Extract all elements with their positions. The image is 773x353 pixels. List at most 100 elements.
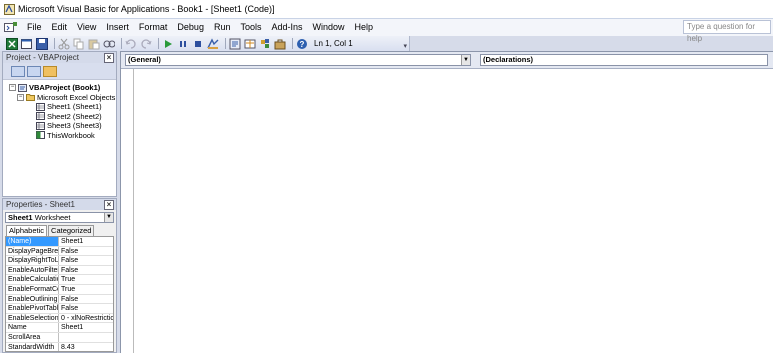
chevron-down-icon[interactable]: ▼ xyxy=(461,55,470,65)
property-value[interactable] xyxy=(59,333,113,342)
property-value[interactable]: 0 - xlNoRestrictio xyxy=(59,314,113,323)
property-value[interactable]: True xyxy=(59,275,113,284)
property-row[interactable]: EnableSelection 0 - xlNoRestrictio xyxy=(6,313,113,324)
menu-file[interactable]: File xyxy=(22,20,47,35)
properties-pane: Properties - Sheet1 × Sheet1 Worksheet ▼… xyxy=(2,198,117,353)
properties-pane-header: Properties - Sheet1 × xyxy=(3,199,116,210)
help-icon[interactable]: ? xyxy=(296,38,308,50)
menu-debug[interactable]: Debug xyxy=(172,20,209,35)
menu-insert[interactable]: Insert xyxy=(101,20,134,35)
project-icon xyxy=(18,83,27,92)
window-title: Microsoft Visual Basic for Applications … xyxy=(18,4,275,14)
toolbox-icon[interactable] xyxy=(274,38,286,50)
property-row[interactable]: Name Sheet1 xyxy=(6,323,113,333)
menu-bar: File Edit View Insert Format Debug Run T… xyxy=(0,19,773,43)
tab-categorized[interactable]: Categorized xyxy=(48,225,95,236)
property-value[interactable]: True xyxy=(59,285,113,294)
collapse-icon[interactable]: − xyxy=(17,93,24,101)
property-value[interactable]: 8.43 xyxy=(59,343,113,351)
menu-edit[interactable]: Edit xyxy=(47,20,73,35)
system-menu-icon[interactable] xyxy=(3,22,17,34)
property-value[interactable]: Sheet1 xyxy=(59,323,113,332)
project-pane-toolbar xyxy=(3,63,116,80)
property-row[interactable]: DisplayPageBreakFalse xyxy=(6,246,113,257)
toolbar-options-icon[interactable]: ▾ xyxy=(403,42,407,50)
excel-icon[interactable] xyxy=(6,37,18,50)
cut-icon[interactable] xyxy=(58,38,70,50)
break-icon[interactable] xyxy=(177,38,189,50)
menu-help[interactable]: Help xyxy=(350,20,379,35)
menu-window[interactable]: Window xyxy=(308,20,350,35)
tree-node-sheet2[interactable]: Sheet2 (Sheet2) xyxy=(9,112,116,122)
property-row[interactable]: StandardWidth 8.43 xyxy=(6,342,113,351)
property-name: EnableCalculation xyxy=(8,275,59,284)
object-browser-icon[interactable] xyxy=(259,38,271,50)
chevron-down-icon[interactable]: ▼ xyxy=(104,213,113,222)
toolbar-separator xyxy=(225,38,226,49)
copy-icon[interactable] xyxy=(73,38,85,50)
paste-icon[interactable] xyxy=(88,38,100,50)
help-search-input[interactable]: Type a question for help xyxy=(683,20,771,43)
property-row[interactable]: (Name) Sheet1 xyxy=(6,237,113,247)
redo-icon[interactable] xyxy=(140,38,152,50)
close-icon[interactable]: × xyxy=(104,199,114,210)
close-icon[interactable]: × xyxy=(104,52,114,63)
property-row[interactable]: EnableOutlining False xyxy=(6,294,113,305)
tree-node-thisworkbook[interactable]: ThisWorkbook xyxy=(9,131,116,141)
properties-icon[interactable] xyxy=(244,38,256,50)
view-code-icon[interactable] xyxy=(11,65,25,77)
object-combo[interactable]: (General) ▼ xyxy=(125,54,471,66)
menu-view[interactable]: View xyxy=(72,20,101,35)
project-explorer-icon[interactable] xyxy=(229,38,241,50)
procedure-combo[interactable]: (Declarations) xyxy=(480,54,768,66)
project-explorer-pane: Project - VBAProject × − VBAProject (Boo… xyxy=(2,51,117,197)
properties-grid: (Name)Sheet1 DisplayPageBreakFalse Displ… xyxy=(5,236,114,352)
tree-node-label: ThisWorkbook xyxy=(47,130,95,140)
tab-alphabetic[interactable]: Alphabetic xyxy=(6,225,48,236)
code-editor[interactable] xyxy=(121,69,773,353)
property-row[interactable]: EnableAutoFilter False xyxy=(6,265,113,276)
property-row[interactable]: EnablePivotTable False xyxy=(6,304,113,314)
reset-icon[interactable] xyxy=(192,38,204,50)
property-row[interactable]: ScrollArea xyxy=(6,332,113,343)
design-mode-icon[interactable] xyxy=(207,37,219,50)
menu-format[interactable]: Format xyxy=(134,20,173,35)
object-combo-value: (General) xyxy=(128,55,161,64)
undo-icon[interactable] xyxy=(125,38,137,50)
property-value[interactable]: False xyxy=(59,256,113,265)
save-icon[interactable] xyxy=(36,37,48,50)
properties-tabs: Alphabetic Categorized xyxy=(3,225,116,236)
menu-tools[interactable]: Tools xyxy=(235,20,266,35)
collapse-icon[interactable]: − xyxy=(9,84,16,92)
property-value[interactable]: False xyxy=(59,266,113,275)
tree-node-sheet3[interactable]: Sheet3 (Sheet3) xyxy=(9,121,116,131)
run-icon[interactable] xyxy=(162,38,174,50)
object-select[interactable]: Sheet1 Worksheet ▼ xyxy=(5,212,114,223)
property-value[interactable]: False xyxy=(59,304,113,313)
code-margin[interactable] xyxy=(121,69,134,353)
find-icon[interactable] xyxy=(103,38,115,50)
procedure-combo-value: (Declarations) xyxy=(483,55,534,64)
tree-node-excel-objects[interactable]: − Microsoft Excel Objects xyxy=(9,93,116,103)
tree-node-sheet1[interactable]: Sheet1 (Sheet1) xyxy=(9,102,116,112)
view-object-icon[interactable] xyxy=(27,65,41,77)
menu-add-ins[interactable]: Add-Ins xyxy=(266,20,307,35)
menu-run[interactable]: Run xyxy=(209,20,236,35)
property-name: DisplayPageBreak xyxy=(8,246,59,256)
code-window: (General) ▼ (Declarations) xyxy=(120,51,773,353)
worksheet-icon xyxy=(36,102,45,111)
property-name: EnableOutlining xyxy=(8,294,59,304)
toggle-folders-icon[interactable] xyxy=(43,65,57,77)
property-row[interactable]: EnableFormatConTrue xyxy=(6,284,113,295)
property-value[interactable]: False xyxy=(59,295,113,304)
property-value[interactable]: False xyxy=(59,247,113,256)
toolbar-separator xyxy=(158,38,159,49)
tree-node-vbaproject[interactable]: − VBAProject (Book1) xyxy=(9,83,116,93)
property-value[interactable]: Sheet1 xyxy=(59,237,113,246)
project-tree: − VBAProject (Book1) − Microsoft Excel O… xyxy=(3,80,116,140)
property-row[interactable]: EnableCalculation True xyxy=(6,275,113,285)
property-row[interactable]: DisplayRightToLeftFalse xyxy=(6,256,113,266)
folder-icon xyxy=(26,94,35,102)
insert-userform-icon[interactable] xyxy=(21,38,33,50)
vba-app-icon xyxy=(4,3,15,15)
